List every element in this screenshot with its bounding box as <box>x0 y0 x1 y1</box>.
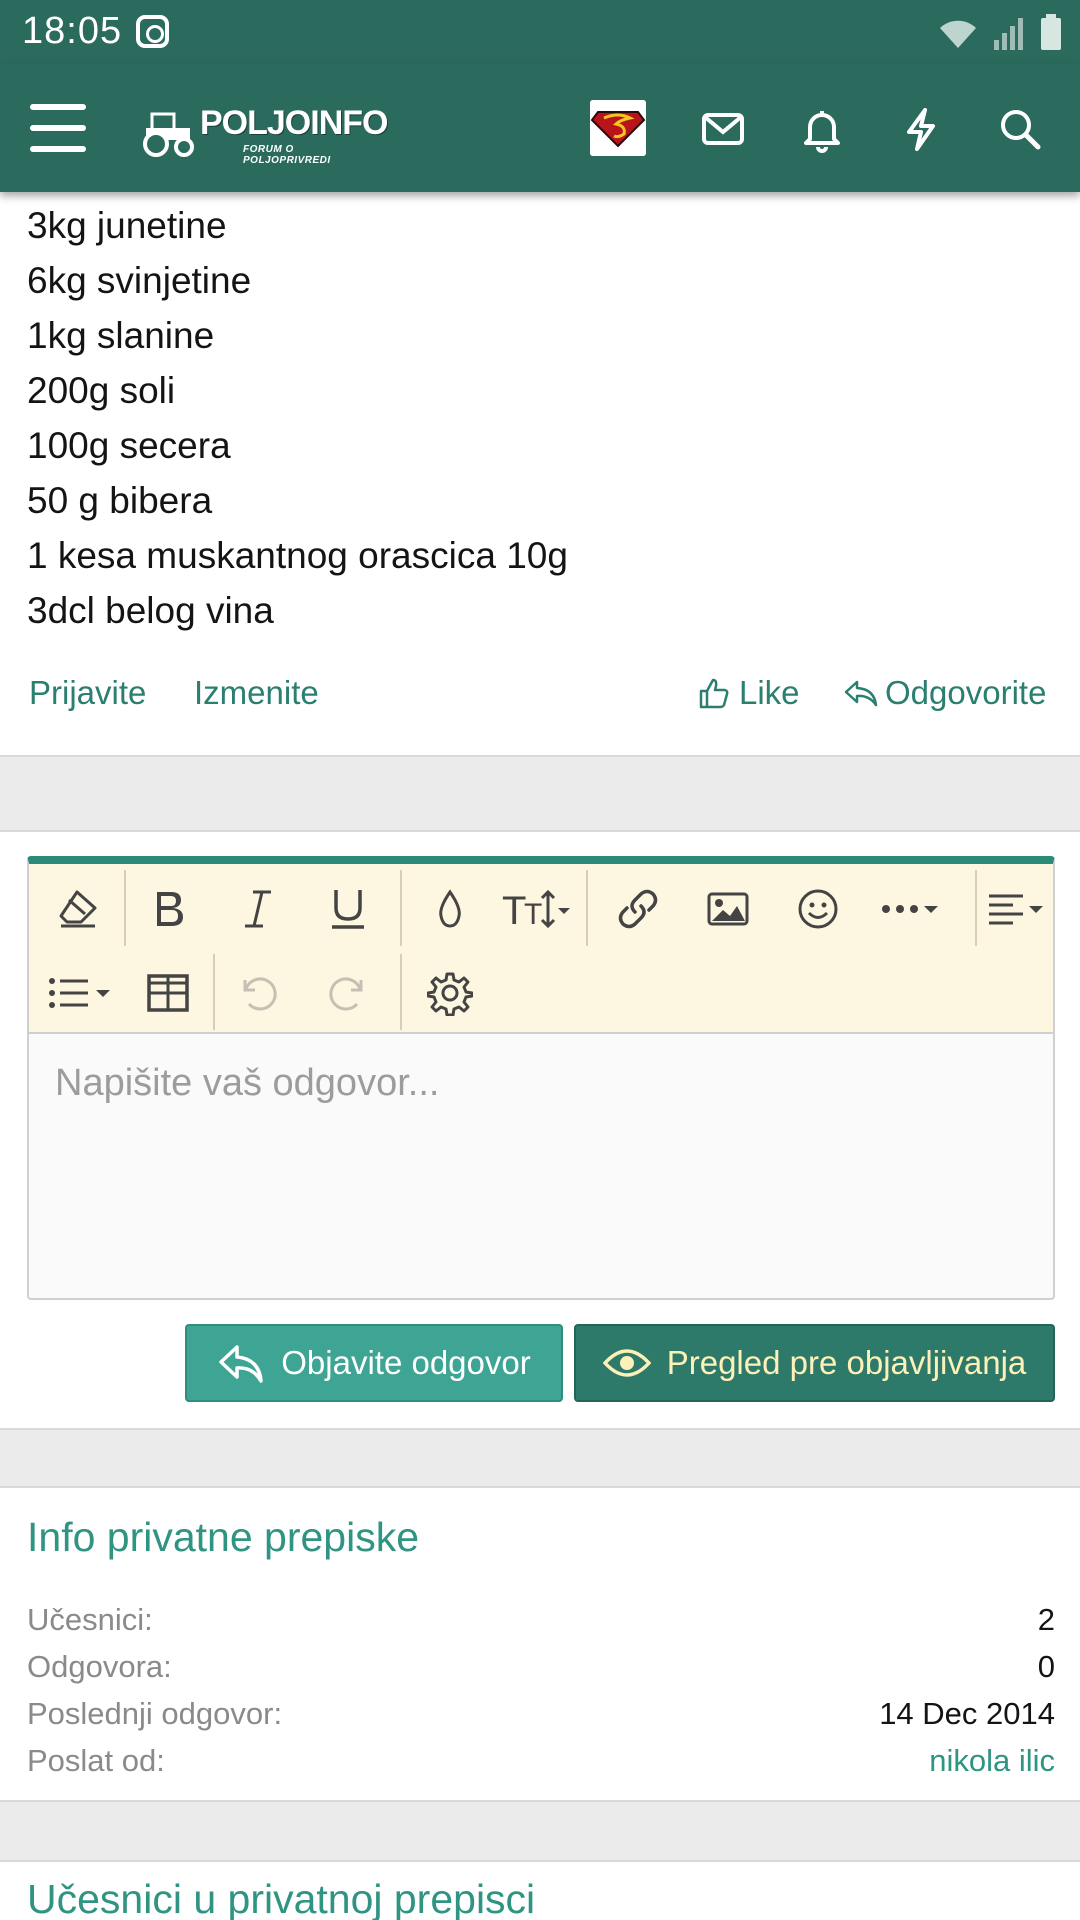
italic-icon[interactable] <box>223 874 293 944</box>
post-body: 3kg junetine 6kg svinjetine 1kg slanine … <box>27 198 568 638</box>
post-line: 1kg slanine <box>27 315 215 356</box>
editor-toolbar: TT <box>29 864 1053 1034</box>
signal-icon <box>994 18 1023 50</box>
post-line: 200g soli <box>27 370 176 411</box>
reply-icon <box>219 1345 263 1383</box>
toolbar-separator <box>213 954 215 1030</box>
align-icon[interactable] <box>983 874 1053 944</box>
lightning-icon[interactable] <box>894 102 948 156</box>
like-label: Like <box>739 674 800 711</box>
post-line: 1 kesa muskantnog orascica 10g <box>27 535 568 576</box>
image-icon[interactable] <box>693 874 763 944</box>
font-size-icon[interactable]: TT <box>497 874 587 944</box>
post-line: 3kg junetine <box>27 205 227 246</box>
settings-gear-icon[interactable] <box>415 958 485 1028</box>
toolbar-separator <box>586 870 588 946</box>
post-line: 6kg svinjetine <box>27 260 252 301</box>
toolbar-separator <box>975 870 977 946</box>
post-reply-label: Objavite odgovor <box>281 1344 531 1381</box>
reply-icon <box>844 680 878 707</box>
info-label: Poslednji odgovor: <box>27 1696 283 1731</box>
site-logo[interactable]: POLJOINFO FORUM O POLJOPRIVREDI <box>138 104 388 166</box>
smiley-icon[interactable] <box>783 874 853 944</box>
info-value: 14 Dec 2014 <box>879 1696 1055 1731</box>
info-label: Poslat od: <box>27 1743 165 1778</box>
list-icon[interactable] <box>39 958 129 1028</box>
message-post: 3kg junetine 6kg svinjetine 1kg slanine … <box>0 192 1080 757</box>
post-line: 100g secera <box>27 425 231 466</box>
wifi-icon <box>940 20 976 48</box>
rich-text-editor: TT Napišite vaš odgovor... <box>27 856 1055 1300</box>
text-color-icon[interactable] <box>415 874 485 944</box>
info-label: Odgovora: <box>27 1649 172 1684</box>
info-value: 0 <box>1037 1649 1055 1684</box>
reply-label: Odgovorite <box>885 674 1047 711</box>
more-options-icon[interactable] <box>869 874 965 944</box>
info-value: 2 <box>1037 1602 1055 1637</box>
reply-input[interactable]: Napišite vaš odgovor... <box>29 1034 1053 1292</box>
participants-title: Učesnici u privatnoj prepisci <box>27 1876 536 1920</box>
participants-section: Učesnici u privatnoj prepisci <box>0 1860 1080 1920</box>
info-row-participants: Učesnici: 2 <box>27 1602 1055 1646</box>
instagram-notification-icon <box>136 15 169 48</box>
system-icons <box>938 14 1062 50</box>
mail-icon[interactable] <box>696 102 750 156</box>
tractor-icon <box>143 112 194 157</box>
clear-formatting-icon[interactable] <box>43 874 113 944</box>
thumbs-up-icon <box>699 678 729 709</box>
info-row-last-reply: Poslednji odgovor: 14 Dec 2014 <box>27 1696 1055 1740</box>
logo-subtitle: FORUM O POLJOPRIVREDI <box>243 144 331 166</box>
bold-icon[interactable] <box>133 874 203 944</box>
sender-link[interactable]: nikola ilic <box>929 1743 1055 1779</box>
superman-logo-icon <box>590 100 646 156</box>
edit-link[interactable]: Izmenite <box>194 674 319 712</box>
info-title: Info privatne prepiske <box>27 1514 420 1560</box>
toolbar-separator <box>124 870 126 946</box>
user-avatar[interactable] <box>590 100 646 156</box>
svg-text:T: T <box>524 898 542 931</box>
info-label: Učesnici: <box>27 1602 153 1637</box>
bell-icon[interactable] <box>795 102 849 156</box>
link-icon[interactable] <box>603 874 673 944</box>
reply-link[interactable]: Odgovorite <box>843 674 1046 712</box>
toolbar-separator <box>400 954 402 1030</box>
post-line: 3dcl belog vina <box>27 590 274 631</box>
post-line: 50 g bibera <box>27 480 213 521</box>
post-reply-button[interactable]: Objavite odgovor <box>185 1324 563 1402</box>
battery-icon <box>1041 14 1061 50</box>
svg-text:T: T <box>502 889 526 932</box>
logo-text: POLJOINFO <box>200 104 388 142</box>
app-header: POLJOINFO FORUM O POLJOPRIVREDI <box>0 64 1080 192</box>
table-icon[interactable] <box>133 958 203 1028</box>
underline-icon[interactable] <box>313 874 383 944</box>
preview-label: Pregled pre objavljivanja <box>666 1344 1027 1381</box>
info-row-replies: Odgovora: 0 <box>27 1649 1055 1693</box>
redo-icon[interactable] <box>313 958 383 1028</box>
undo-icon[interactable] <box>223 958 293 1028</box>
search-icon[interactable] <box>993 102 1047 156</box>
preview-button[interactable]: Pregled pre objavljivanja <box>574 1324 1055 1402</box>
like-link[interactable]: Like <box>697 674 800 712</box>
conversation-info: Info privatne prepiske Učesnici: 2 Odgov… <box>0 1486 1080 1802</box>
status-bar: 18:05 <box>0 0 1080 64</box>
status-time: 18:05 <box>22 10 123 52</box>
menu-icon[interactable] <box>30 104 86 154</box>
toolbar-separator <box>400 870 402 946</box>
report-link[interactable]: Prijavite <box>29 674 146 712</box>
info-row-sent-by: Poslat od: nikola ilic <box>27 1743 1055 1787</box>
eye-icon <box>602 1349 651 1377</box>
